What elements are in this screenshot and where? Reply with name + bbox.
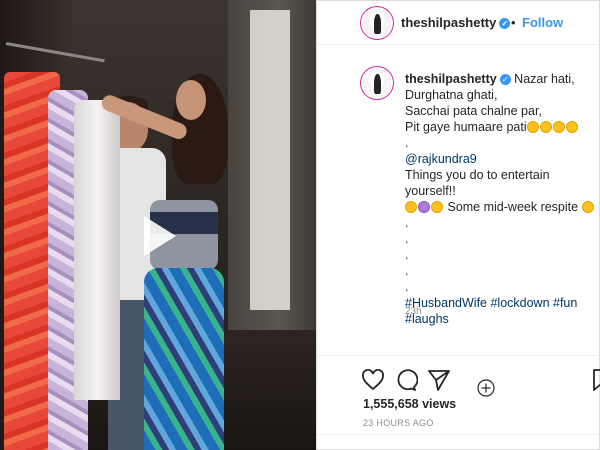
header-separator: • [511,15,516,30]
comment-icon[interactable] [394,368,418,392]
grin-emoji-icon [581,201,594,213]
header-username[interactable]: theshilpashetty ✓ [401,15,511,30]
post-header: theshilpashetty ✓ • Follow [317,0,600,45]
header-avatar[interactable] [363,9,391,37]
caption-line-3: Sacchai pata chalne par, [405,104,542,118]
post-video[interactable] [0,0,316,450]
laugh-emoji-icon [539,121,552,133]
verified-badge-icon: ✓ [499,18,511,30]
caption-line-2: Durghatna ghati, [405,88,498,102]
caption-line-5: Things you do to entertain yourself!! [405,168,550,198]
wink-emoji-icon [552,121,565,133]
view-count[interactable]: 1,555,658 views [363,397,456,411]
comment-divider [317,434,600,435]
post-date[interactable]: 23 HOURS AGO [363,418,434,428]
caption-username[interactable]: theshilpashetty [405,72,497,86]
woman-face [176,80,206,120]
caption-dot: . [405,264,409,278]
woman-leggings [144,268,224,450]
post-caption: theshilpashetty ✓ Nazar hati, Durghatna g… [317,44,600,397]
share-icon[interactable] [427,368,451,392]
video-door [250,10,290,310]
wink-emoji-icon [565,121,578,133]
caption-line-4: Pit gaye humaare pati [405,120,527,134]
action-bar [317,355,600,406]
caption-time-ago[interactable]: 23h [405,306,422,317]
bookmark-icon[interactable] [589,368,600,392]
caption-text: theshilpashetty ✓ Nazar hati, Durghatna g… [405,71,595,327]
caption-dot: . [405,136,409,150]
caption-dot: . [405,248,409,262]
laugh-emoji-icon [431,201,443,213]
heart-icon[interactable] [361,368,385,392]
caption-dot: . [405,232,409,246]
mention-link[interactable]: @rajkundra9 [405,151,595,167]
woman-emoji-icon [418,201,430,213]
caption-verified-icon: ✓ [499,74,511,86]
white-garment [74,100,120,400]
follow-button[interactable]: Follow [522,15,563,30]
play-icon[interactable] [130,210,182,262]
wink-emoji-icon [405,201,417,213]
caption-line-1: Nazar hati, [514,72,575,86]
hashtags-link[interactable]: #HusbandWife #lockdown #fun #laughs [405,295,595,327]
caption-avatar[interactable] [363,69,391,97]
laugh-emoji-icon [526,121,539,133]
caption-dot: . [405,280,409,294]
caption-dot: . [405,216,409,230]
caption-line-6: Some mid-week respite [447,200,579,214]
